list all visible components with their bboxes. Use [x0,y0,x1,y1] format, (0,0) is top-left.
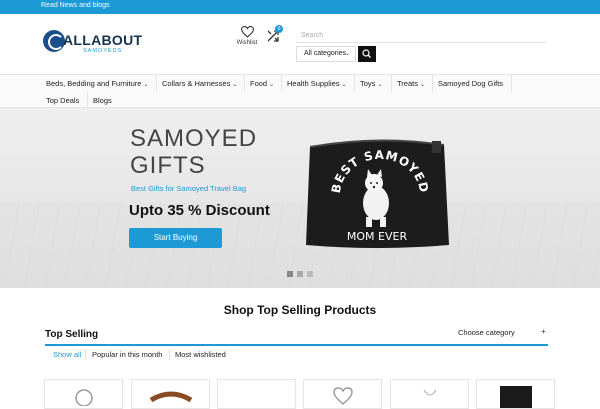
search-area: All categories ⌄ [296,28,546,62]
plus-icon[interactable]: + [541,327,546,336]
slider-dots [287,271,317,277]
tab-divider [85,350,86,360]
nav-item-label: Collars & Harnesses [162,79,231,88]
chevron-down-icon: ⌄ [232,82,238,88]
product-tabs: Show all Popular in this month Most wish… [45,347,548,363]
chevron-down-icon: ⌄ [143,82,149,88]
product-grid [44,379,556,409]
tab-divider [169,350,170,360]
nav-item-top-deals[interactable]: Top Deals [41,92,88,109]
nav-item-label: Health Supplies [287,79,340,88]
nav-item-label: Beds, Bedding and Furniture [46,79,142,88]
logo-icon [43,30,65,52]
nav-item-collars[interactable]: Collars & Harnesses ⌄ [157,75,245,92]
chevron-down-icon: ⌄ [341,82,347,88]
section-title: Shop Top Selling Products [223,303,377,317]
top-bar-link[interactable]: Read News and blogs [41,2,110,9]
nav-item-label: Samoyed Dog Gifts [438,79,504,88]
nav-item-food[interactable]: Food ⌄ [245,75,282,92]
pendant-image [423,389,436,396]
main-nav: Beds, Bedding and Furniture ⌄ Collars & H… [0,74,600,109]
tab-most-wishlisted[interactable]: Most wishlisted [175,347,226,363]
slider-dot[interactable] [307,271,313,277]
wishlist-button[interactable]: Wishlist [235,26,259,46]
top-selling-title: Top Selling [45,329,99,340]
nav-item-toys[interactable]: Toys ⌄ [355,75,392,92]
section-divider [45,344,548,346]
category-select-value: All categories [304,50,347,57]
nav-item-label: Toys [360,79,376,88]
category-select[interactable]: All categories ⌄ [296,46,356,62]
nav-item-treats[interactable]: Treats ⌄ [392,75,433,92]
nav-item-label: Treats [397,79,418,88]
search-icon [362,49,371,58]
product-card[interactable] [131,379,210,409]
hero-slider: SAMOYED GIFTS Best Gifts for Samoyed Tra… [0,108,600,288]
search-input[interactable] [296,28,546,43]
logo-subtext: SAMOYEDS [83,48,123,54]
hero-title-line2: GIFTS [130,152,206,179]
nav-item-beds[interactable]: Beds, Bedding and Furniture ⌄ [41,75,157,92]
nav-item-label: Food [250,79,268,88]
tab-popular[interactable]: Popular in this month [92,347,162,363]
dark-product-image [499,386,532,408]
slider-dot-active[interactable] [287,271,293,277]
nav-item-health[interactable]: Health Supplies ⌄ [282,75,355,92]
compare-button[interactable]: 0 [266,25,283,43]
logo[interactable]: ALLABOUT SAMOYEDS [43,30,142,56]
hero-title-line1: SAMOYED [130,125,258,152]
choose-category-select[interactable]: Choose category [458,328,515,337]
hero-discount: Upto 35 % Discount [129,202,270,219]
nav-item-label: Blogs [93,96,112,105]
chevron-down-icon: ⌄ [377,82,383,88]
nav-item-blogs[interactable]: Blogs [88,92,118,109]
chevron-down-icon: ⌄ [419,82,426,88]
product-card[interactable] [44,379,123,409]
logo-text: ALLABOUT [63,32,143,48]
bag-text-bottom: MOM EVER [347,230,408,243]
tab-show-all[interactable]: Show all [53,347,81,363]
product-bag-image: BEST SAMOYED MOM EVER [306,139,449,248]
product-card[interactable] [476,379,555,409]
wishlist-label: Wishlist [236,40,258,46]
search-button[interactable] [358,46,376,62]
chevron-down-icon: ⌄ [344,51,350,57]
top-bar: Read News and blogs [0,0,600,14]
heart-charm-image [332,387,353,405]
nav-item-label: Top Deals [46,96,80,105]
product-card[interactable] [390,379,469,409]
start-buying-button[interactable]: Start Buying [129,228,222,248]
site-header: ALLABOUT SAMOYEDS Wishlist 0 All categor… [0,14,600,74]
product-card[interactable] [217,379,296,409]
heart-icon [240,26,254,38]
slider-dot[interactable] [297,271,303,277]
nav-item-gifts[interactable]: Samoyed Dog Gifts [433,75,512,92]
chevron-down-icon: ⌄ [269,82,275,88]
collar-image [149,391,192,403]
product-card[interactable] [303,379,382,409]
hero-subtitle: Best Gifts for Samoyed Travel Bag [131,184,247,193]
keyring-image [74,389,93,406]
compare-count-badge: 0 [275,25,283,33]
